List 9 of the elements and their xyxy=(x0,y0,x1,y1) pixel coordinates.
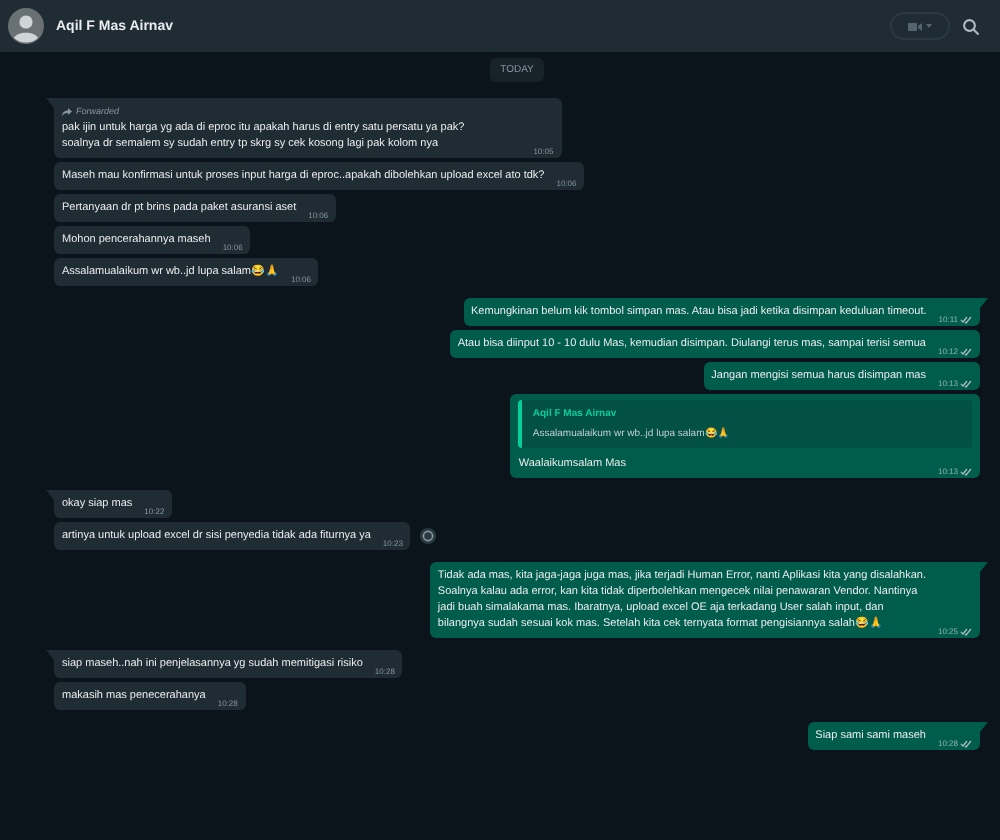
double-check-icon xyxy=(960,379,972,387)
emoji-reaction-icon[interactable] xyxy=(420,528,437,544)
search-icon[interactable] xyxy=(962,17,980,35)
double-check-icon xyxy=(960,347,972,355)
video-camera-icon xyxy=(908,21,922,31)
caret-icon xyxy=(926,24,932,28)
avatar-icon[interactable] xyxy=(8,8,44,44)
double-check-icon xyxy=(960,467,972,475)
video-call-button[interactable] xyxy=(890,12,950,40)
